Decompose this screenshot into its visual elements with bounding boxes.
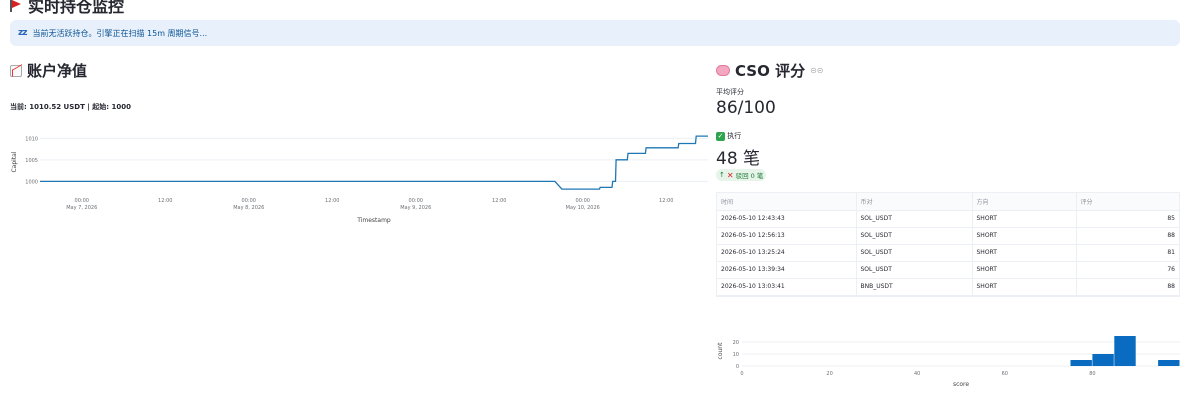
rejected-delta-text: 驳回 0 笔: [735, 172, 764, 180]
x-tick-label: 12:00: [659, 198, 673, 204]
y-axis-title: count: [717, 342, 724, 360]
cso-score-table[interactable]: 时间 币对 方向 评分 2026-05-10 12:43:43 SOL_USDT…: [716, 192, 1180, 297]
table-header-row: 时间 币对 方向 评分: [717, 193, 1179, 211]
x-tick-label: 12:00: [325, 198, 339, 204]
exec-label-text: 执行: [727, 132, 742, 140]
x-axis-title: score: [953, 381, 969, 388]
histogram-bar: [1114, 336, 1136, 366]
cell-score: 88: [1076, 278, 1179, 296]
column-header-pair[interactable]: 币对: [856, 193, 973, 211]
x-tick-label: 20: [826, 371, 832, 377]
equity-title-text: 账户净值: [27, 62, 88, 80]
histogram-bar: [1092, 354, 1114, 366]
column-header-direction[interactable]: 方向: [972, 193, 1077, 211]
flag-icon: [10, 0, 22, 12]
x-tick-date-label: May 9, 2026: [400, 205, 431, 211]
cell-pair: SOL_USDT: [856, 227, 973, 245]
check-mark-icon: ✓: [716, 131, 725, 141]
arrow-up-icon: ↑: [719, 171, 725, 179]
score-histogram[interactable]: 0 10 20 0 20 40 60 80 score count: [712, 334, 1182, 394]
x-tick-label: 60: [1002, 371, 1008, 377]
info-banner: zz 当前无活跃持仓。引擎正在扫描 15m 周期信号...: [10, 20, 1180, 46]
cso-title-text: CSO 评分: [735, 62, 806, 80]
chart-increasing-icon: [10, 64, 22, 77]
cso-section-title: CSO 评分 ⊝⊝: [716, 60, 823, 81]
cell-direction: SHORT: [972, 210, 1077, 228]
cell-score: 88: [1076, 227, 1179, 245]
capital-summary: 当前: 1010.52 USDT | 起始: 1000: [10, 103, 132, 111]
cell-time: 2026-05-10 13:25:24: [717, 244, 857, 262]
x-tick-label: 00:00: [576, 198, 590, 204]
equity-section-title: 账户净值: [10, 60, 87, 81]
info-banner-text: 当前无活跃持仓。引擎正在扫描 15m 周期信号...: [32, 28, 208, 38]
y-tick-label: 1010: [25, 136, 38, 142]
cell-pair: SOL_USDT: [856, 244, 973, 262]
avg-score-value: 86/100: [716, 98, 776, 118]
y-axis-title: Capital: [11, 151, 18, 172]
table-row[interactable]: 2026-05-10 13:25:24 SOL_USDT SHORT 81: [717, 244, 1179, 262]
cell-direction: SHORT: [972, 244, 1077, 262]
cell-direction: SHORT: [972, 261, 1077, 279]
x-tick-label: 00:00: [75, 198, 89, 204]
y-tick-label: 1005: [25, 158, 38, 164]
cell-score: 76: [1076, 261, 1179, 279]
x-tick-date-label: May 8, 2026: [233, 205, 264, 211]
histogram-bar: [1070, 360, 1092, 366]
y-tick-label: 20: [733, 340, 739, 346]
x-axis-title: Timestamp: [356, 217, 391, 224]
cell-pair: BNB_USDT: [856, 278, 973, 296]
y-tick-label: 10: [733, 352, 739, 358]
table-row[interactable]: 2026-05-10 12:43:43 SOL_USDT SHORT 85: [717, 210, 1179, 228]
x-tick-date-label: May 7, 2026: [66, 205, 97, 211]
brain-icon: [716, 65, 730, 76]
cell-direction: SHORT: [972, 278, 1077, 296]
x-tick-label: 12:00: [158, 198, 172, 204]
column-header-time[interactable]: 时间: [717, 193, 857, 211]
cell-score: 81: [1076, 244, 1179, 262]
x-tick-label: 00:00: [409, 198, 423, 204]
cell-time: 2026-05-10 13:03:41: [717, 278, 857, 296]
sleep-icon: zz: [18, 28, 28, 38]
rejected-delta-badge: ↑ ✕ 驳回 0 笔: [716, 169, 767, 181]
cell-pair: SOL_USDT: [856, 261, 973, 279]
anchor-link-icon[interactable]: ⊝⊝: [810, 66, 823, 75]
cell-pair: SOL_USDT: [856, 210, 973, 228]
table-row[interactable]: 2026-05-10 13:39:34 SOL_USDT SHORT 76: [717, 261, 1179, 279]
table-row[interactable]: 2026-05-10 13:03:41 BNB_USDT SHORT 88: [717, 278, 1179, 296]
cell-time: 2026-05-10 12:43:43: [717, 210, 857, 228]
cell-time: 2026-05-10 12:56:13: [717, 227, 857, 245]
exec-count-label: ✓ 执行: [716, 131, 741, 141]
y-tick-label: 0: [736, 364, 739, 370]
x-tick-label: 80: [1089, 371, 1095, 377]
x-tick-label: 0: [740, 371, 743, 377]
y-tick-label: 1000: [25, 179, 38, 185]
page-title-text: 实时持仓监控: [28, 0, 125, 16]
x-tick-label: 40: [914, 371, 920, 377]
cell-time: 2026-05-10 13:39:34: [717, 261, 857, 279]
exec-count-value: 48 笔: [716, 149, 761, 169]
column-header-score[interactable]: 评分: [1076, 193, 1179, 211]
table-row[interactable]: 2026-05-10 12:56:13 SOL_USDT SHORT 88: [717, 227, 1179, 245]
x-tick-label: 12:00: [492, 198, 506, 204]
x-tick-label: 00:00: [242, 198, 256, 204]
x-tick-date-label: May 10, 2026: [566, 205, 600, 211]
cross-mark-icon: ✕: [726, 170, 734, 180]
histogram-bar: [1158, 360, 1180, 366]
cell-score: 85: [1076, 210, 1179, 228]
avg-score-label: 平均评分: [716, 88, 744, 96]
cell-direction: SHORT: [972, 227, 1077, 245]
page-title: 实时持仓监控: [10, 0, 124, 17]
equity-line-chart[interactable]: 10001005101000:00May 7, 202612:00 00:00Ma…: [8, 128, 708, 228]
